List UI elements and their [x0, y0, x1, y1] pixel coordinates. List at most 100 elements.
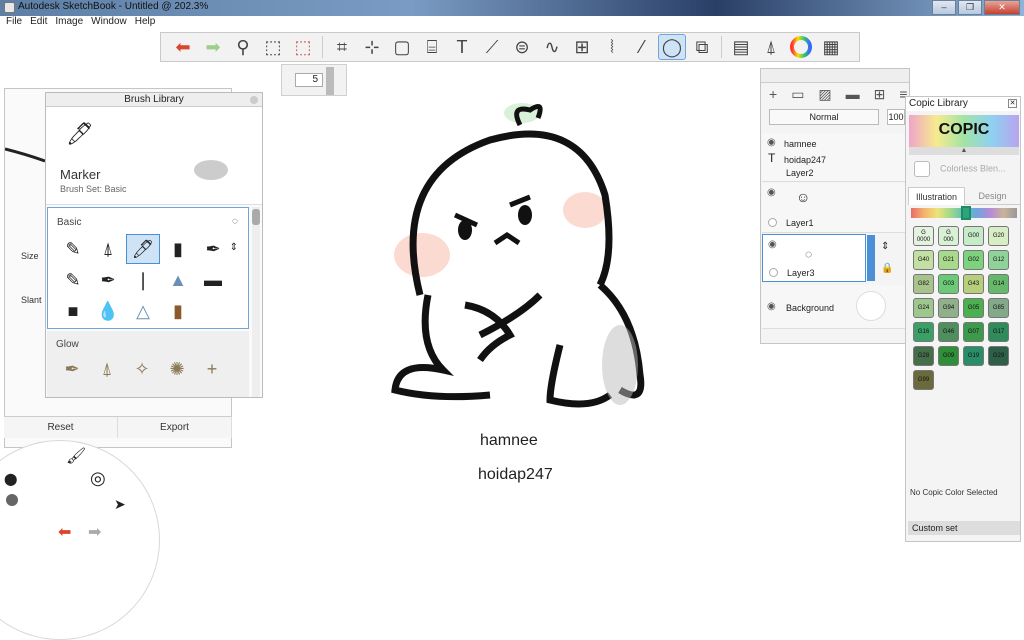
merge-icon[interactable]: ⊞: [874, 86, 886, 103]
brush-size-value[interactable]: 5: [295, 73, 323, 87]
sharpen-icon[interactable]: △: [126, 296, 160, 326]
close-copic-button[interactable]: ✕: [1008, 99, 1017, 108]
ellipse-icon[interactable]: ⊜: [508, 34, 536, 60]
lagoon-redo-icon[interactable]: ➡: [88, 522, 101, 542]
reset-button[interactable]: Reset: [4, 417, 118, 438]
dot-lagoon-icon[interactable]: [6, 494, 18, 506]
copic-swatch[interactable]: G24: [913, 298, 934, 318]
layer-row-background[interactable]: ◉ Background: [762, 285, 908, 329]
copic-swatch[interactable]: G14: [988, 274, 1009, 294]
menu-help[interactable]: Help: [135, 16, 156, 30]
sort-icon[interactable]: ⇕: [230, 242, 238, 253]
copic-swatch[interactable]: G05: [963, 298, 984, 318]
undo-icon[interactable]: ⬅: [169, 34, 197, 60]
glow-brush-icon[interactable]: ⍋: [90, 355, 124, 383]
copic-swatch[interactable]: G00: [963, 226, 984, 246]
pencil-brush-icon[interactable]: ✎: [56, 234, 90, 264]
menu-image[interactable]: Image: [55, 16, 83, 30]
layer-row[interactable]: ◉ hamnee T hoidap247 Layer2: [762, 133, 908, 182]
copic-swatch[interactable]: G09: [938, 346, 959, 366]
custom-set-header[interactable]: Custom set: [908, 521, 1020, 535]
symmetry-icon[interactable]: ⦚: [598, 34, 626, 60]
copic-swatch[interactable]: G17: [988, 322, 1009, 342]
copic-swatch[interactable]: G43: [963, 274, 984, 294]
text-icon[interactable]: T: [448, 34, 476, 60]
blend-mode-select[interactable]: Normal: [769, 109, 879, 125]
copic-icon[interactable]: ▤: [727, 34, 755, 60]
copic-swatch[interactable]: G 0000: [913, 226, 934, 246]
copic-swatch[interactable]: G16: [913, 322, 934, 342]
copic-swatch[interactable]: G99: [913, 370, 934, 390]
eye-icon[interactable]: ◉: [767, 187, 776, 198]
hard-eraser-icon[interactable]: ■: [56, 296, 90, 326]
paint-brush-icon[interactable]: ▮: [161, 296, 195, 326]
color-wheel-lagoon-icon[interactable]: ◎: [90, 468, 106, 489]
perspective-icon[interactable]: ⊞: [568, 34, 596, 60]
copic-swatch[interactable]: G02: [963, 250, 984, 270]
glow-star-icon[interactable]: ✺: [160, 355, 194, 383]
copic-swatch[interactable]: G40: [913, 250, 934, 270]
opacity-field[interactable]: 100: [887, 109, 905, 125]
tab-illustration[interactable]: Illustration: [908, 187, 965, 205]
glow-sparkle-icon[interactable]: ✧: [125, 355, 159, 383]
lasso-stroke-icon[interactable]: ◯: [658, 34, 686, 60]
ink-pen-icon[interactable]: ✒: [196, 234, 230, 264]
copic-swatch[interactable]: G94: [938, 298, 959, 318]
layer-row[interactable]: ◉ ☺ Layer1: [762, 183, 908, 233]
stroke-icon[interactable]: ⁄: [628, 34, 656, 60]
brush-icon[interactable]: ⍋: [757, 34, 785, 60]
close-panel-button[interactable]: [250, 96, 258, 104]
color-wheel-icon[interactable]: [787, 34, 815, 60]
brush-scrollbar[interactable]: [252, 207, 260, 397]
zoom-icon[interactable]: ⚲: [229, 34, 257, 60]
pencil-2-icon[interactable]: ✎: [56, 265, 90, 295]
ballpoint-icon[interactable]: ✒: [91, 265, 125, 295]
eye-icon[interactable]: ◉: [768, 239, 777, 250]
minimize-button[interactable]: –: [932, 0, 956, 15]
settings-icon[interactable]: ◌: [232, 216, 238, 227]
collapse-icon[interactable]: ▲: [909, 147, 1019, 155]
shapes-icon[interactable]: ⧉: [688, 34, 716, 60]
blur-icon[interactable]: 💧: [91, 296, 125, 326]
lagoon-undo-icon[interactable]: ⬅: [58, 522, 71, 542]
brush-size-slider[interactable]: [326, 67, 334, 95]
cylinder-icon[interactable]: ⌸: [418, 34, 446, 60]
fill-icon[interactable]: ▬: [846, 86, 860, 102]
airbrush-icon[interactable]: ⍋: [91, 234, 125, 264]
folder-icon[interactable]: ▭: [791, 86, 804, 103]
crop-select-icon[interactable]: ⬚: [289, 34, 317, 60]
transform-icon[interactable]: ▢: [388, 34, 416, 60]
strip-marker[interactable]: [961, 206, 971, 220]
eye-icon[interactable]: ◉: [767, 137, 776, 148]
tab-design[interactable]: Design: [965, 187, 1020, 205]
lasso-icon[interactable]: ⊹: [358, 34, 386, 60]
lock-icon[interactable]: 🔒: [881, 263, 893, 274]
cursor-icon[interactable]: ➤: [114, 496, 126, 513]
canvas-drawing[interactable]: [380, 95, 680, 425]
eye-icon[interactable]: ◉: [767, 301, 776, 312]
layer-sort-icon[interactable]: ⇕: [881, 241, 889, 252]
copic-swatch[interactable]: G07: [963, 322, 984, 342]
glow-cross-icon[interactable]: +: [195, 355, 229, 383]
maximize-button[interactable]: ❐: [958, 0, 982, 15]
crop-icon[interactable]: ⌗: [328, 34, 356, 60]
fine-pen-icon[interactable]: ❘: [126, 265, 160, 295]
image-icon[interactable]: ▨: [818, 86, 831, 103]
glow-pen-icon[interactable]: ✒: [55, 355, 89, 383]
menu-file[interactable]: File: [6, 16, 22, 30]
copic-swatch[interactable]: G82: [913, 274, 934, 294]
close-button[interactable]: ✕: [984, 0, 1020, 15]
palette-icon[interactable]: ▦: [817, 34, 845, 60]
select-icon[interactable]: ⬚: [259, 34, 287, 60]
color-family-strip[interactable]: [911, 206, 1017, 220]
copic-swatch[interactable]: G03: [938, 274, 959, 294]
copic-swatch[interactable]: G 000: [938, 226, 959, 246]
copic-swatch[interactable]: G21: [938, 250, 959, 270]
marker-lagoon-icon[interactable]: ⬤: [4, 472, 17, 486]
layer-checkbox[interactable]: [769, 268, 778, 277]
felt-pen-icon[interactable]: ▮: [161, 234, 195, 264]
brush-lagoon-icon[interactable]: 🖌: [66, 446, 86, 466]
colorless-blender[interactable]: Colorless Blen...: [914, 161, 1006, 177]
copic-swatch[interactable]: G29: [988, 346, 1009, 366]
background-color-swatch[interactable]: [856, 291, 886, 321]
